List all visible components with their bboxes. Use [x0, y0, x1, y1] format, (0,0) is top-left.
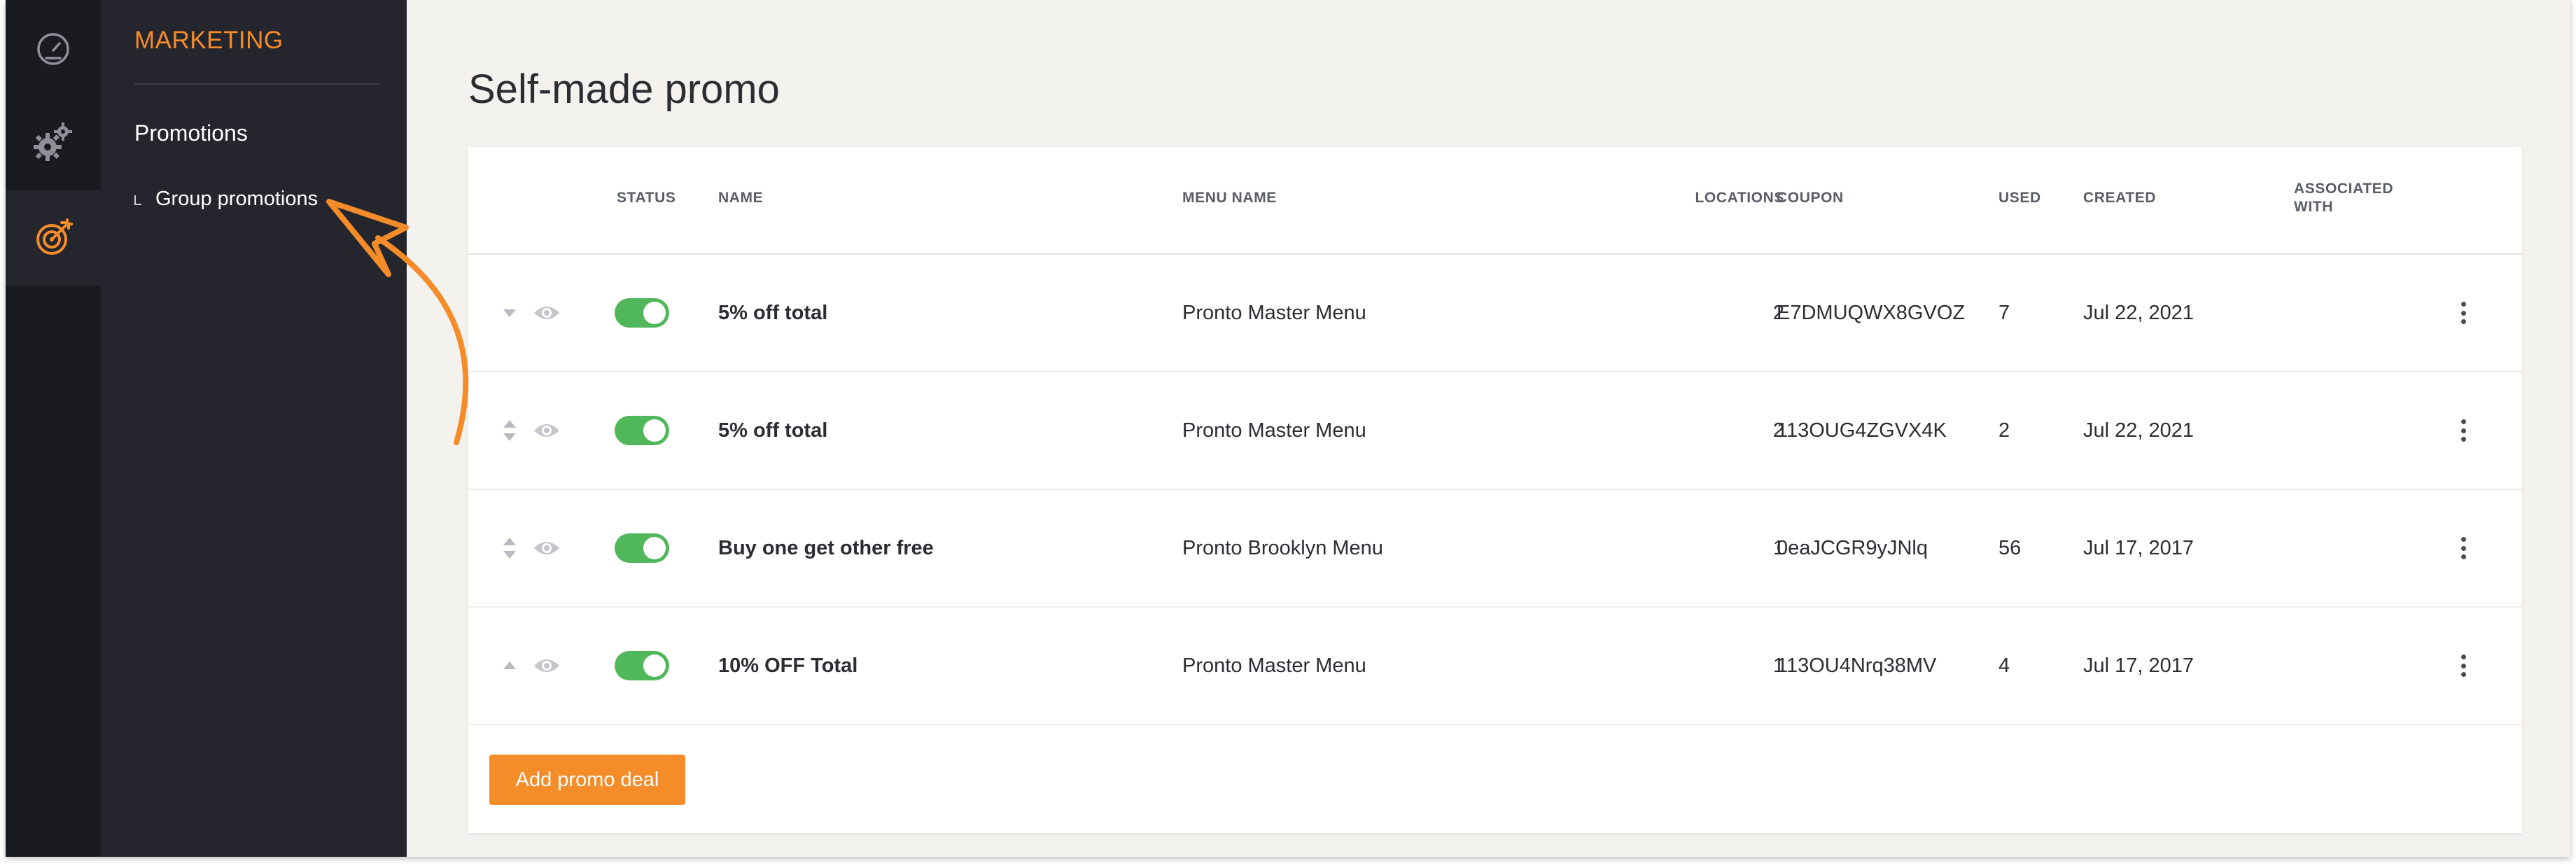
page-title: Self-made promo	[468, 66, 780, 112]
main-content: Self-made promo STATUS NAME MENU NAME LO…	[407, 0, 2570, 857]
cell-used: 56	[1998, 536, 2022, 559]
rail-settings[interactable]	[6, 95, 101, 190]
cell-menu-name: Pronto Master Menu	[1182, 654, 1366, 677]
sort-both-icon[interactable]	[500, 416, 519, 445]
cell-created: Jul 22, 2021	[2083, 419, 2194, 442]
add-promo-deal-button[interactable]: Add promo deal	[489, 755, 685, 805]
cell-used: 2	[1998, 419, 2010, 442]
cell-menu-name: Pronto Master Menu	[1182, 419, 1366, 442]
eye-icon[interactable]	[533, 303, 561, 323]
row-menu-icon[interactable]	[2455, 533, 2472, 563]
toggle-knob	[643, 537, 666, 559]
header-name[interactable]: NAME	[718, 189, 763, 207]
cell-created: Jul 17, 2017	[2083, 536, 2194, 559]
header-associated-line2: WITH	[2294, 199, 2334, 215]
target-icon	[36, 218, 73, 255]
cell-name: 5% off total	[718, 301, 828, 324]
submenu-divider	[134, 83, 381, 85]
cell-coupon: 0eaJCGR9yJNlq	[1777, 536, 1928, 559]
cell-locations: 2	[1772, 301, 1784, 324]
gears-icon	[34, 122, 72, 161]
tree-elbow-icon	[134, 195, 141, 205]
promo-table-card: STATUS NAME MENU NAME LOCATIONS COUPON U…	[468, 147, 2522, 833]
header-coupon[interactable]: COUPON	[1777, 189, 1844, 207]
submenu-title: MARKETING	[134, 27, 284, 54]
eye-icon[interactable]	[533, 656, 561, 676]
status-toggle[interactable]	[615, 298, 669, 328]
eye-icon[interactable]	[533, 421, 561, 440]
header-associated-with[interactable]: ASSOCIATED WITH	[2294, 180, 2393, 216]
cell-created: Jul 17, 2017	[2083, 654, 2194, 677]
cell-coupon: 113OU4Nrq38MV	[1777, 654, 1937, 677]
status-toggle[interactable]	[615, 416, 669, 445]
cell-locations: 1	[1772, 536, 1784, 559]
table-row[interactable]: 5% off total Pronto Master Menu 2 113OUG…	[468, 372, 2522, 490]
cell-locations: 2	[1772, 419, 1784, 442]
header-associated-line1: ASSOCIATED	[2294, 181, 2394, 197]
cell-used: 4	[1998, 654, 2010, 677]
marketing-submenu: MARKETING Promotions Group promotions	[101, 0, 407, 857]
sort-up-icon[interactable]	[500, 651, 519, 680]
cell-coupon: 113OUG4ZGVX4K	[1777, 419, 1947, 442]
header-used[interactable]: USED	[1998, 189, 2041, 207]
rail-dashboard[interactable]	[6, 0, 101, 95]
table-row[interactable]: 5% off total Pronto Master Menu 2 E7DMUQ…	[468, 255, 2522, 372]
status-toggle[interactable]	[615, 651, 669, 680]
submenu-item-promotions[interactable]: Promotions	[134, 120, 248, 146]
header-menu-name[interactable]: MENU NAME	[1182, 189, 1277, 207]
dashboard-icon	[37, 33, 69, 65]
cell-name: 5% off total	[718, 419, 828, 442]
header-status[interactable]: STATUS	[617, 189, 676, 207]
cell-name: Buy one get other free	[718, 536, 934, 559]
sort-both-icon[interactable]	[500, 533, 519, 563]
icon-rail	[6, 0, 101, 857]
cell-menu-name: Pronto Master Menu	[1182, 301, 1366, 324]
table-row[interactable]: 10% OFF Total Pronto Master Menu 1 113OU…	[468, 608, 2522, 725]
toggle-knob	[643, 654, 666, 677]
submenu-item-group-promotions[interactable]: Group promotions	[134, 188, 318, 211]
cell-used: 7	[1998, 301, 2010, 324]
app-window: MARKETING Promotions Group promotions Se…	[6, 0, 2570, 857]
row-menu-icon[interactable]	[2455, 416, 2472, 445]
header-created[interactable]: CREATED	[2083, 189, 2156, 207]
eye-icon[interactable]	[533, 538, 561, 558]
row-menu-icon[interactable]	[2455, 298, 2472, 328]
rail-marketing[interactable]	[6, 190, 101, 286]
status-toggle[interactable]	[615, 533, 669, 563]
row-menu-icon[interactable]	[2455, 651, 2472, 680]
cell-name: 10% OFF Total	[718, 654, 858, 677]
cell-locations: 1	[1772, 654, 1784, 677]
cell-menu-name: Pronto Brooklyn Menu	[1182, 536, 1383, 559]
submenu-subitem-label: Group promotions	[155, 188, 318, 210]
cell-coupon: E7DMUQWX8GVOZ	[1777, 301, 1966, 324]
header-locations[interactable]: LOCATIONS	[1644, 189, 1784, 207]
cell-created: Jul 22, 2021	[2083, 301, 2194, 324]
toggle-knob	[643, 302, 666, 324]
toggle-knob	[643, 419, 666, 442]
sort-down-icon[interactable]	[500, 298, 519, 328]
table-row[interactable]: Buy one get other free Pronto Brooklyn M…	[468, 490, 2522, 608]
